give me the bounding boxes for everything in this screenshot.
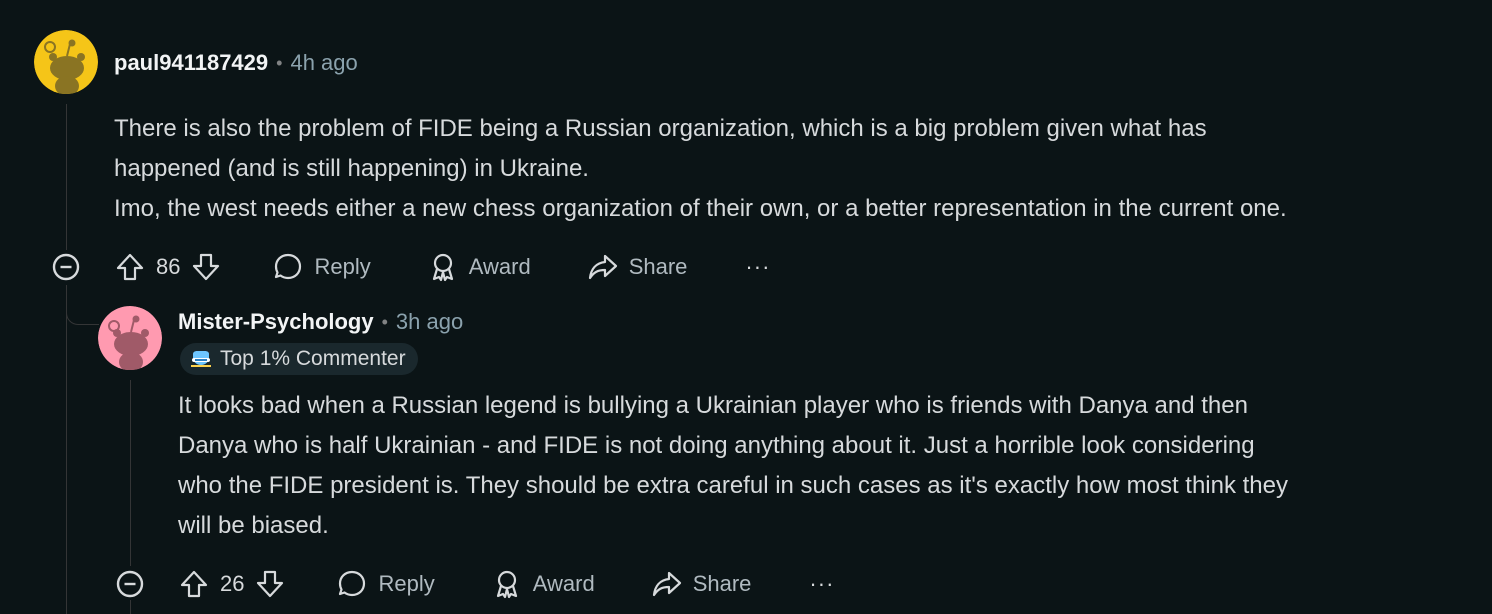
comment-actions: 26 Reply Award Share ··· — [178, 564, 834, 604]
timestamp[interactable]: 3h ago — [396, 309, 463, 335]
comment-text-line: There is also the problem of FIDE being … — [114, 115, 1207, 142]
username[interactable]: paul941187429 — [114, 50, 268, 76]
award-label: Award — [532, 571, 595, 596]
reply-button[interactable]: Reply — [336, 568, 435, 600]
avatar[interactable] — [98, 306, 162, 370]
comment-text-line: Danya who is half Ukrainian - and FIDE i… — [178, 432, 1255, 459]
meta-separator: • — [381, 311, 388, 332]
downvote-icon — [257, 570, 284, 598]
flair-label: Top 1% Commenter — [220, 347, 406, 370]
top-commenter-icon — [191, 351, 211, 367]
share-button[interactable]: Share — [587, 251, 688, 283]
comment-body: It looks bad when a Russian legend is bu… — [178, 386, 1288, 546]
share-label: Share — [628, 254, 688, 279]
timestamp[interactable]: 4h ago — [290, 50, 357, 76]
thread-line — [130, 380, 131, 566]
thread-line — [66, 285, 67, 614]
award-icon — [496, 570, 517, 599]
award-label: Award — [468, 254, 531, 279]
comment-thread: paul941187429 • 4h ago There is also the… — [0, 0, 1492, 614]
reply-icon — [275, 253, 302, 280]
thread-line — [130, 600, 131, 614]
share-icon — [588, 254, 617, 280]
share-label: Share — [692, 571, 752, 596]
reply-button[interactable]: Reply — [272, 251, 371, 283]
comment-text-line: who the FIDE president is. They should b… — [178, 472, 1288, 499]
award-button[interactable]: Award — [491, 568, 595, 600]
share-icon — [652, 571, 681, 597]
downvote-button[interactable] — [190, 251, 222, 283]
downvote-button[interactable] — [254, 568, 286, 600]
award-button[interactable]: Award — [427, 251, 531, 283]
comment-text-line: It looks bad when a Russian legend is bu… — [178, 392, 1248, 419]
comment-text-line: happened (and is still happening) in Ukr… — [114, 155, 589, 182]
reply-label: Reply — [314, 254, 371, 279]
reply-label: Reply — [378, 571, 435, 596]
snoo-avatar-icon — [98, 306, 162, 370]
comment-actions: 86 Reply Award Share ··· — [114, 247, 770, 287]
collapse-icon — [52, 253, 80, 281]
vote-count: 26 — [220, 571, 245, 596]
vote-count: 86 — [156, 254, 181, 279]
share-button[interactable]: Share — [651, 568, 752, 600]
more-options-button[interactable]: ··· — [745, 254, 770, 280]
username[interactable]: Mister-Psychology — [178, 309, 374, 335]
user-flair: Top 1% Commenter — [180, 343, 418, 375]
downvote-icon — [193, 253, 220, 281]
collapse-button[interactable] — [116, 570, 144, 598]
collapse-icon — [116, 570, 144, 598]
thread-connector — [66, 300, 99, 325]
more-options-button[interactable]: ··· — [809, 571, 834, 597]
reply-icon — [339, 570, 366, 597]
comment-meta: Mister-Psychology • 3h ago — [178, 309, 463, 335]
comment-text-line: will be biased. — [178, 512, 329, 539]
snoo-avatar-icon — [34, 30, 98, 94]
collapse-button[interactable] — [52, 253, 80, 281]
comment-text-line: Imo, the west needs either a new chess o… — [114, 195, 1287, 222]
upvote-button[interactable] — [114, 251, 146, 283]
avatar[interactable] — [34, 30, 98, 94]
upvote-button[interactable] — [178, 568, 210, 600]
upvote-icon — [116, 253, 144, 281]
comment-body: There is also the problem of FIDE being … — [114, 109, 1287, 229]
award-icon — [432, 253, 453, 282]
meta-separator: • — [276, 52, 283, 73]
upvote-icon — [180, 570, 208, 598]
comment-meta: paul941187429 • 4h ago — [114, 50, 358, 76]
thread-line — [66, 104, 67, 250]
